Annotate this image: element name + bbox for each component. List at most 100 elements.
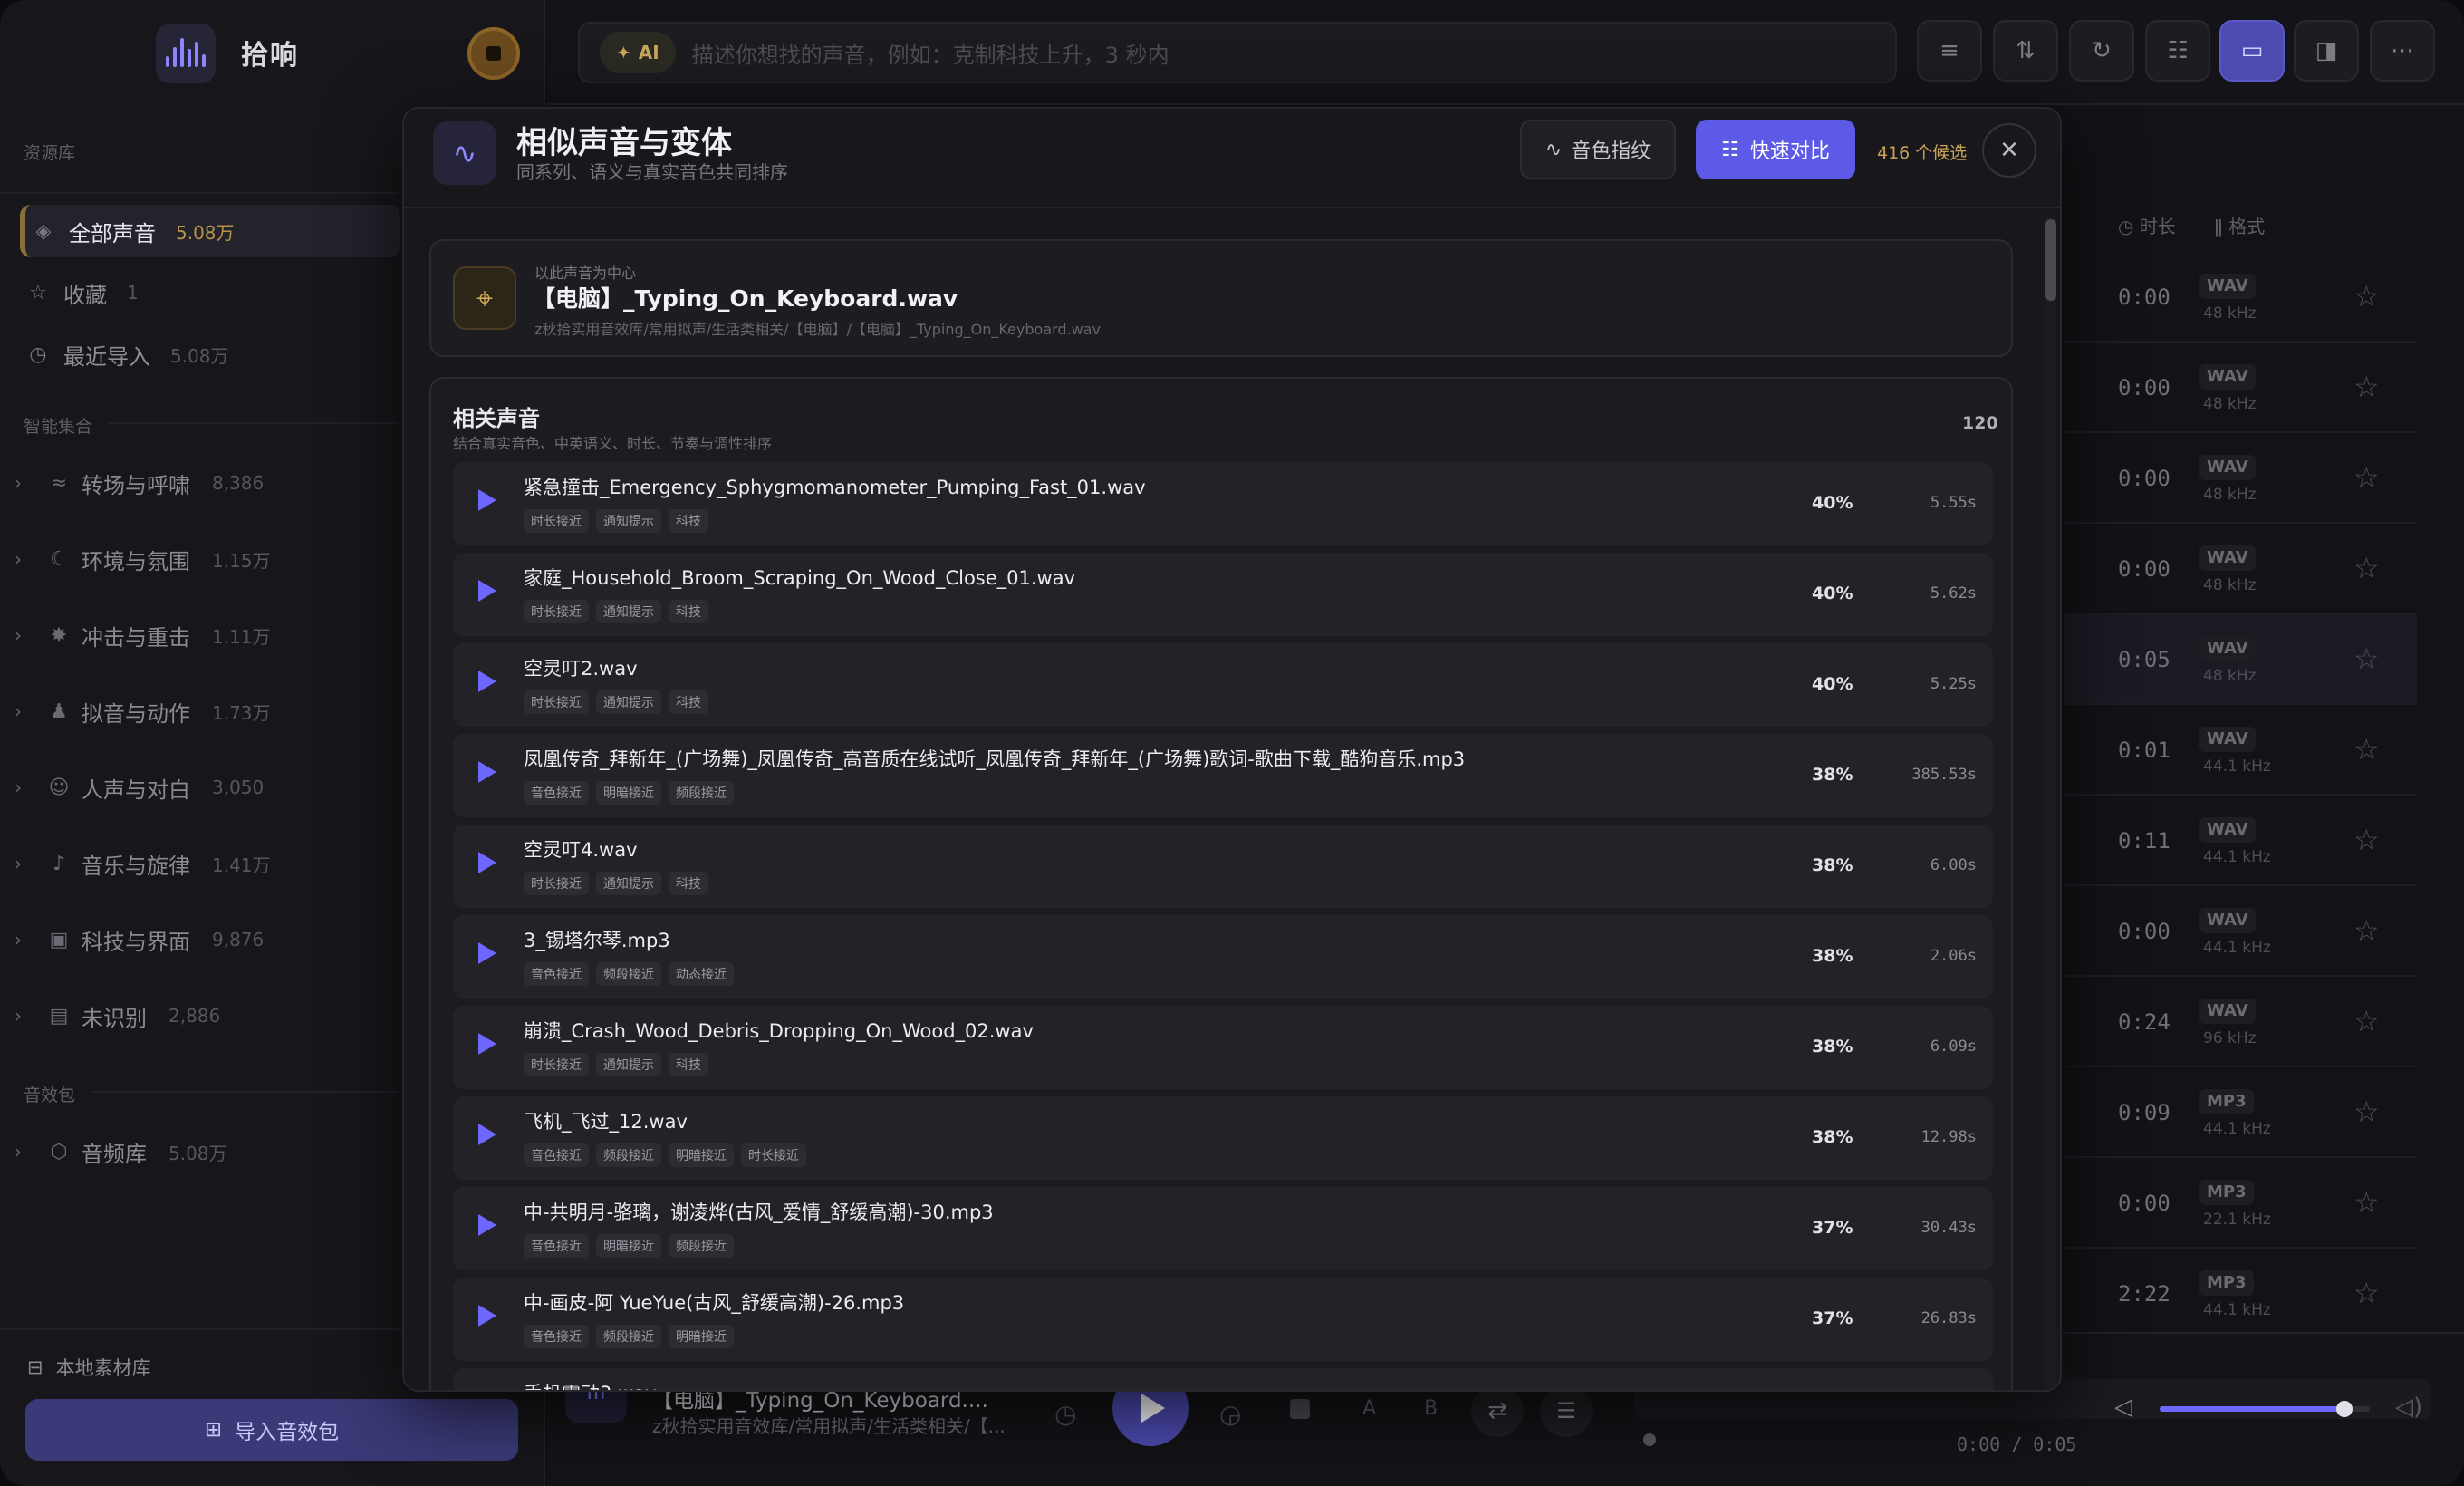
import-pack-button[interactable]: ⊞ 导入音效包: [25, 1399, 518, 1461]
related-sound-duration: 6.09s: [1930, 1037, 1977, 1056]
play-preview-icon[interactable]: [478, 942, 496, 964]
folder-view-button[interactable]: ▭: [2219, 20, 2285, 82]
table-row[interactable]: 0:05 WAV 48 kHz ☆: [2064, 614, 2417, 705]
dialog-title: 相似声音与变体: [516, 125, 732, 161]
sidebar-item-all-sounds[interactable]: ◈ 全部声音 5.08万: [20, 205, 400, 257]
sidebar-group-tech-ui[interactable]: › ▣ 科技与界面 9,876: [14, 913, 395, 966]
table-row[interactable]: 0:00 WAV 48 kHz ☆: [2064, 343, 2417, 433]
related-sound-item[interactable]: 空灵叮2.wav 时长接近 通知提示 科技 40% 5.25s: [453, 643, 1993, 727]
ai-search-toggle[interactable]: ✦ AI: [600, 32, 676, 73]
favorite-star-icon[interactable]: ☆: [2353, 551, 2380, 585]
favorite-star-icon[interactable]: ☆: [2353, 1185, 2380, 1220]
table-row[interactable]: 2:22 MP3 44.1 kHz ☆: [2064, 1249, 2417, 1339]
repeat-button[interactable]: ⇄: [1471, 1385, 1524, 1437]
sidebar-group-impacts[interactable]: › ✸ 冲击与重击 1.11万: [14, 609, 395, 661]
local-library[interactable]: ⊟ 本地素材库: [27, 1354, 151, 1381]
sort-button[interactable]: ⇅: [1993, 20, 2058, 82]
favorite-star-icon[interactable]: ☆: [2353, 732, 2380, 767]
search-bar[interactable]: ✦ AI 描述你想找的声音，例如：克制科技上升，3 秒内: [578, 22, 1897, 83]
dialog-scrollbar[interactable]: [2045, 216, 2056, 1390]
related-sound-item[interactable]: 空灵叮4.wav 时长接近 通知提示 科技 38% 6.00s: [453, 825, 1993, 908]
related-sound-item[interactable]: 家庭_Household_Broom_Scraping_On_Wood_Clos…: [453, 553, 1993, 636]
play-preview-icon[interactable]: [478, 671, 496, 692]
table-row[interactable]: 0:00 WAV 48 kHz ☆: [2064, 433, 2417, 524]
sidebar-group-audio-library[interactable]: › ⬡ 音频库 5.08万: [14, 1125, 395, 1178]
play-preview-icon[interactable]: [478, 580, 496, 602]
favorite-star-icon[interactable]: ☆: [2353, 1004, 2380, 1038]
sidebar-group-unidentified[interactable]: › ▤ 未识别 2,886: [14, 989, 395, 1042]
refresh-button[interactable]: ↻: [2069, 20, 2134, 82]
forward-button[interactable]: ◶: [1219, 1399, 1241, 1429]
play-preview-icon[interactable]: [478, 1033, 496, 1055]
more-button[interactable]: ⋯: [2370, 20, 2435, 82]
table-row[interactable]: 0:00 WAV 48 kHz ☆: [2064, 252, 2417, 343]
favorite-star-icon[interactable]: ☆: [2353, 460, 2380, 495]
center-sound-path: z秋拾实用音效库/常用拟声/生活类相关/【电脑】/【电脑】_Typing_On_…: [534, 321, 1102, 338]
related-sound-duration: 2.06s: [1930, 947, 1977, 965]
sidebar-group-voice[interactable]: › ☺ 人声与对白 3,050: [14, 761, 395, 814]
column-header-duration[interactable]: ◷ 时长: [2118, 212, 2176, 238]
sidebar-item-recent-imports[interactable]: ◷ 最近导入 5.08万: [20, 328, 400, 381]
favorite-star-icon[interactable]: ☆: [2353, 279, 2380, 314]
rewind-button[interactable]: ◷: [1054, 1399, 1076, 1429]
panel-toggle-button[interactable]: ◨: [2294, 20, 2359, 82]
related-sound-item[interactable]: 崩溃_Crash_Wood_Debris_Dropping_On_Wood_02…: [453, 1006, 1993, 1089]
similarity-percent: 40%: [1812, 493, 1853, 513]
table-row[interactable]: 0:11 WAV 44.1 kHz ☆: [2064, 796, 2417, 886]
timbre-fingerprint-button[interactable]: ∿ 音色指纹: [1520, 120, 1676, 179]
related-sound-item[interactable]: 3_锡塔尔琴.mp3 音色接近 频段接近 动态接近 38% 2.06s: [453, 915, 1993, 999]
related-sound-item[interactable]: 中-画皮-阿 YueYue(古风_舒缓高潮)-26.mp3 音色接近 频段接近 明暗接…: [453, 1278, 1993, 1361]
sidebar-item-label: 环境与氛围: [82, 548, 190, 574]
play-preview-icon[interactable]: [478, 1305, 496, 1327]
stop-button[interactable]: [1290, 1399, 1310, 1419]
sidebar-group-ambience[interactable]: › ☾ 环境与氛围 1.15万: [14, 533, 395, 585]
table-row[interactable]: 0:00 MP3 22.1 kHz ☆: [2064, 1158, 2417, 1249]
checklist-button[interactable]: ☷: [2145, 20, 2210, 82]
related-sound-item[interactable]: 紧急撞击_Emergency_Sphygmomanometer_Pumping_…: [453, 462, 1993, 545]
related-sound-item[interactable]: 凤凰传奇_拜新年_(广场舞)_凤凰传奇_高音质在线试听_凤凰传奇_拜新年_(广场…: [453, 734, 1993, 817]
search-input[interactable]: 描述你想找的声音，例如：克制科技上升，3 秒内: [692, 37, 1169, 69]
play-preview-icon[interactable]: [478, 1124, 496, 1145]
filter-button[interactable]: ≡: [1917, 20, 1982, 82]
table-row[interactable]: 0:01 WAV 44.1 kHz ☆: [2064, 705, 2417, 796]
sidebar-group-music[interactable]: › ♪ 音乐与旋律 1.41万: [14, 837, 395, 890]
row-format-badge: MP3: [2199, 1270, 2254, 1296]
scrollbar-thumb[interactable]: [2045, 219, 2056, 301]
ab-loop-b-button[interactable]: B: [1424, 1397, 1438, 1420]
table-row[interactable]: 0:24 WAV 96 kHz ☆: [2064, 977, 2417, 1067]
queue-button[interactable]: ☰: [1540, 1385, 1593, 1437]
drive-icon: ⊟: [27, 1356, 43, 1378]
table-row[interactable]: 0:09 MP3 44.1 kHz ☆: [2064, 1067, 2417, 1158]
related-sound-item[interactable]: 飞机_飞过_12.wav 音色接近 频段接近 明暗接近 时长接近 38% 12.98s: [453, 1096, 1993, 1180]
play-preview-icon[interactable]: [478, 1214, 496, 1236]
favorite-star-icon[interactable]: ☆: [2353, 1095, 2380, 1129]
favorite-star-icon[interactable]: ☆: [2353, 370, 2380, 404]
sidebar-group-transitions[interactable]: › ≈ 转场与呼啸 8,386: [14, 457, 395, 509]
row-format-badge: WAV: [2199, 817, 2256, 843]
column-header-format[interactable]: ǁ 格式: [2214, 212, 2265, 238]
favorite-star-icon[interactable]: ☆: [2353, 823, 2380, 857]
close-dialog-button[interactable]: ✕: [1982, 123, 2036, 178]
seek-handle[interactable]: [1643, 1433, 1656, 1446]
record-button[interactable]: [467, 27, 520, 80]
table-row[interactable]: 0:00 WAV 48 kHz ☆: [2064, 524, 2417, 614]
sidebar-item-count: 1: [127, 282, 139, 304]
table-row[interactable]: 0:00 WAV 44.1 kHz ☆: [2064, 886, 2417, 977]
ab-loop-a-button[interactable]: A: [1362, 1397, 1376, 1420]
play-preview-icon[interactable]: [478, 489, 496, 511]
volume-fill: [2160, 1406, 2345, 1412]
favorite-star-icon[interactable]: ☆: [2353, 1276, 2380, 1310]
related-sound-item[interactable]: 手机震动3.wav: [453, 1368, 1993, 1390]
volume-slider[interactable]: [2160, 1401, 2370, 1417]
quick-compare-button[interactable]: ☷ 快速对比: [1696, 120, 1855, 179]
play-preview-icon[interactable]: [478, 852, 496, 873]
favorite-star-icon[interactable]: ☆: [2353, 913, 2380, 948]
play-preview-icon[interactable]: [478, 761, 496, 783]
related-sound-duration: 5.62s: [1930, 584, 1977, 603]
sidebar-item-favorites[interactable]: ☆ 收藏 1: [20, 266, 400, 319]
match-tag: 科技: [669, 509, 708, 533]
favorite-star-icon[interactable]: ☆: [2353, 642, 2380, 676]
sidebar-group-foley[interactable]: › ♟ 拟音与动作 1.73万: [14, 685, 395, 738]
related-sound-item[interactable]: 中-共明月-骆璃，谢凌烨(古风_爱情_舒缓高潮)-30.mp3 音色接近 明暗接近频…: [453, 1187, 1993, 1270]
row-duration: 0:00: [2118, 556, 2170, 582]
